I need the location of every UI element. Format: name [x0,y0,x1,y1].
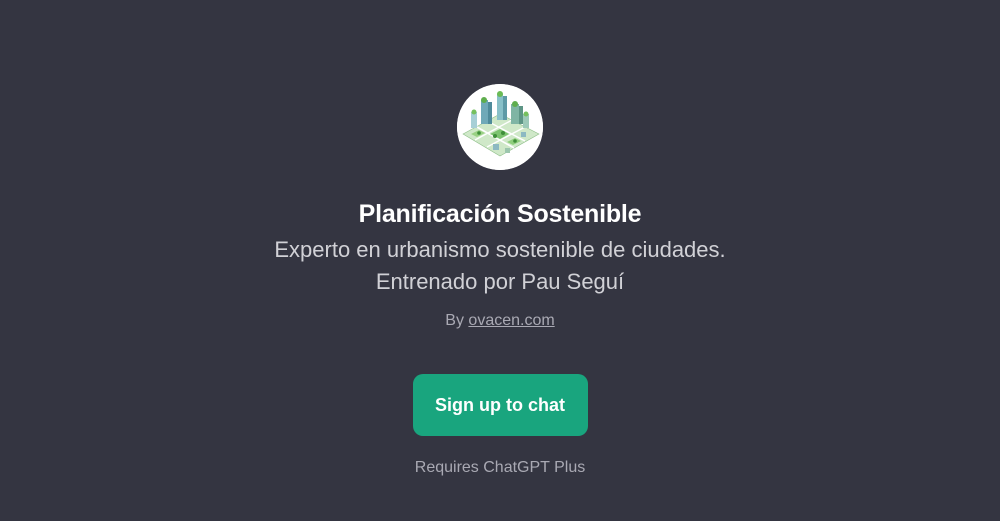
gpt-title: Planificación Sostenible [358,200,642,228]
author-byline: By ovacen.com [445,311,554,331]
description-line: Experto en urbanismo sostenible de ciuda… [274,237,726,262]
isometric-green-city-icon [457,84,543,170]
gpt-landing-page: Planificación Sostenible Experto en urba… [0,0,1000,521]
plan-requirement-note: Requires ChatGPT Plus [414,459,586,476]
author-link[interactable]: ovacen.com [468,312,554,329]
gpt-description: Experto en urbanismo sostenible de ciuda… [274,234,725,298]
sign-up-button[interactable]: Sign up to chat [412,374,588,436]
gpt-avatar [457,84,543,170]
description-line: Entrenado por Pau Seguí [375,269,625,294]
byline-prefix: By [445,312,464,329]
